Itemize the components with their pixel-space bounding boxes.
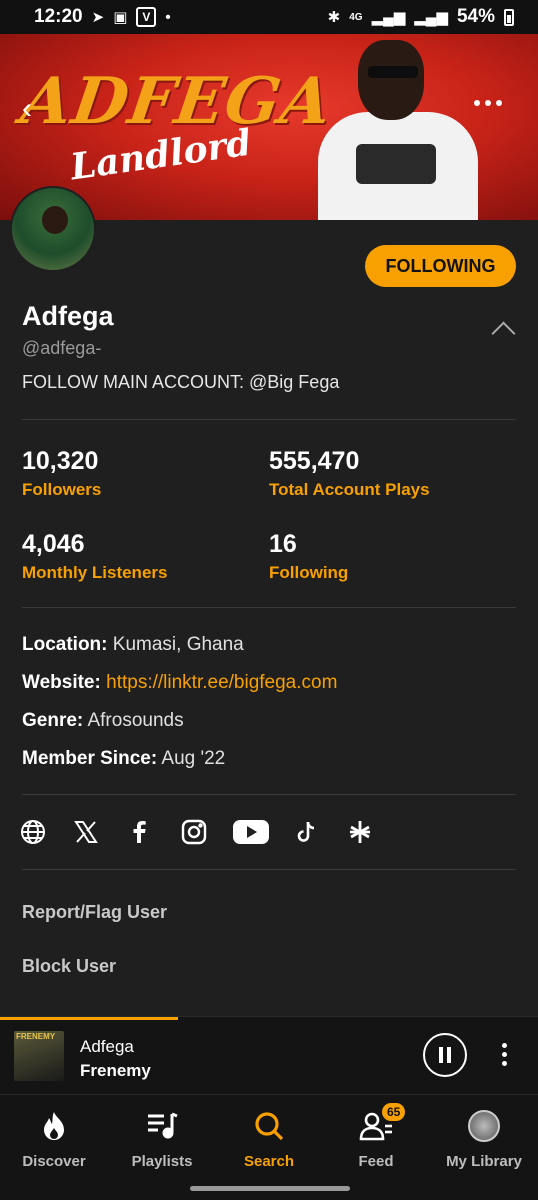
stat-value: 4,046 [22, 530, 85, 558]
globe-icon[interactable] [20, 812, 73, 852]
nav-discover[interactable]: Discover [4, 1109, 104, 1179]
back-icon[interactable]: ‹ [22, 94, 52, 126]
feed-badge: 65 [382, 1103, 406, 1121]
stat-total-plays: 555,470 Total Account Plays [269, 447, 430, 500]
youtube-icon[interactable] [232, 812, 294, 852]
nav-playlists[interactable]: Playlists [112, 1109, 212, 1179]
bottom-navigation: Discover Playlists Search 65 Feed My Lib… [0, 1094, 538, 1200]
profile-bio: FOLLOW MAIN ACCOUNT: @Big Fega [22, 372, 340, 392]
more-options-icon[interactable] [474, 100, 502, 106]
telegram-icon: ➤ [91, 9, 105, 26]
status-left: 12:20 ➤ ▣ V • [34, 6, 171, 28]
flame-icon [4, 1109, 104, 1143]
instagram-icon[interactable] [180, 812, 233, 852]
linktree-icon[interactable] [347, 812, 400, 852]
following-button[interactable]: FOLLOWING [365, 245, 516, 287]
info-label: Member Since: [22, 748, 158, 769]
divider [22, 869, 516, 870]
stat-monthly-listeners: 4,046 Monthly Listeners [22, 530, 167, 583]
nav-search[interactable]: Search [219, 1109, 319, 1179]
feed-icon: 65 [326, 1103, 426, 1143]
stat-label: Monthly Listeners [22, 563, 168, 582]
more-vertical-icon[interactable] [502, 1043, 507, 1066]
home-indicator[interactable] [190, 1186, 350, 1191]
info-website: Website: https://linktr.ee/bigfega.com [22, 672, 337, 694]
nav-label: Feed [358, 1153, 394, 1170]
block-user-link[interactable]: Block User [22, 956, 116, 977]
album-art: FRENEMY [14, 1031, 64, 1081]
stat-label: Followers [22, 480, 102, 499]
profile-name: Adfega [22, 301, 114, 331]
album-art-title: FRENEMY [16, 1032, 56, 1041]
nav-label: Discover [22, 1153, 86, 1170]
playback-progress [0, 1017, 178, 1020]
report-user-link[interactable]: Report/Flag User [22, 902, 167, 923]
info-member-since: Member Since: Aug '22 [22, 748, 225, 770]
status-right: ✱ 4G ▂▄▆ ▂▄▆ 54% [328, 6, 514, 28]
battery-icon [504, 8, 514, 26]
info-genre: Genre: Afrosounds [22, 710, 184, 732]
stat-value: 555,470 [269, 447, 360, 475]
website-link[interactable]: https://linktr.ee/bigfega.com [106, 672, 337, 693]
now-playing-title: Frenemy [80, 1061, 151, 1080]
info-value: Afrosounds [87, 710, 184, 731]
signal-icon-2: ▂▄▆ [414, 9, 448, 26]
divider [22, 607, 516, 608]
status-bar: 12:20 ➤ ▣ V • ✱ 4G ▂▄▆ ▂▄▆ 54% [0, 0, 538, 34]
info-value: Aug '22 [161, 748, 226, 769]
stat-following[interactable]: 16 Following [269, 530, 348, 583]
stat-label: Following [269, 563, 349, 582]
banner-artist-photo [318, 34, 478, 220]
divider [22, 794, 516, 795]
now-playing-artist: Adfega [80, 1037, 134, 1056]
bluetooth-icon: ✱ [327, 9, 341, 26]
profile-banner: ADFEGA Landlord ‹ [0, 34, 538, 220]
gallery-icon: ▣ [113, 9, 128, 26]
dot-icon: • [165, 8, 171, 26]
avatar [10, 186, 96, 272]
banner-title: ADFEGA [16, 64, 337, 139]
v-app-icon: V [136, 7, 157, 27]
battery-percent: 54% [456, 6, 495, 27]
profile-handle: @adfega- [22, 338, 102, 358]
nav-my-library[interactable]: My Library [434, 1109, 534, 1179]
info-label: Website: [22, 672, 101, 693]
stat-value: 16 [269, 530, 297, 558]
info-value: Kumasi, Ghana [112, 634, 244, 655]
stat-followers[interactable]: 10,320 Followers [22, 447, 101, 500]
info-location: Location: Kumasi, Ghana [22, 634, 244, 656]
library-avatar-icon [434, 1109, 534, 1143]
nav-label: Playlists [131, 1153, 193, 1170]
x-icon[interactable] [73, 812, 126, 852]
facebook-icon[interactable] [126, 812, 179, 852]
network-type: 4G [349, 11, 363, 23]
mini-player[interactable]: FRENEMY Adfega Frenemy [0, 1016, 538, 1094]
playlist-icon [112, 1109, 212, 1143]
social-links [20, 812, 400, 852]
chevron-up-icon[interactable] [489, 318, 517, 338]
divider [22, 419, 516, 420]
nav-feed[interactable]: 65 Feed [326, 1103, 426, 1179]
status-time: 12:20 [34, 6, 83, 27]
info-label: Location: [22, 634, 108, 655]
stat-value: 10,320 [22, 447, 99, 475]
info-label: Genre: [22, 710, 84, 731]
pause-button[interactable] [423, 1033, 467, 1077]
nav-label: Search [243, 1153, 295, 1170]
search-icon [219, 1109, 319, 1143]
tiktok-icon[interactable] [294, 812, 347, 852]
signal-icon: ▂▄▆ [371, 9, 406, 26]
stat-label: Total Account Plays [269, 480, 430, 499]
nav-label: My Library [446, 1153, 522, 1170]
